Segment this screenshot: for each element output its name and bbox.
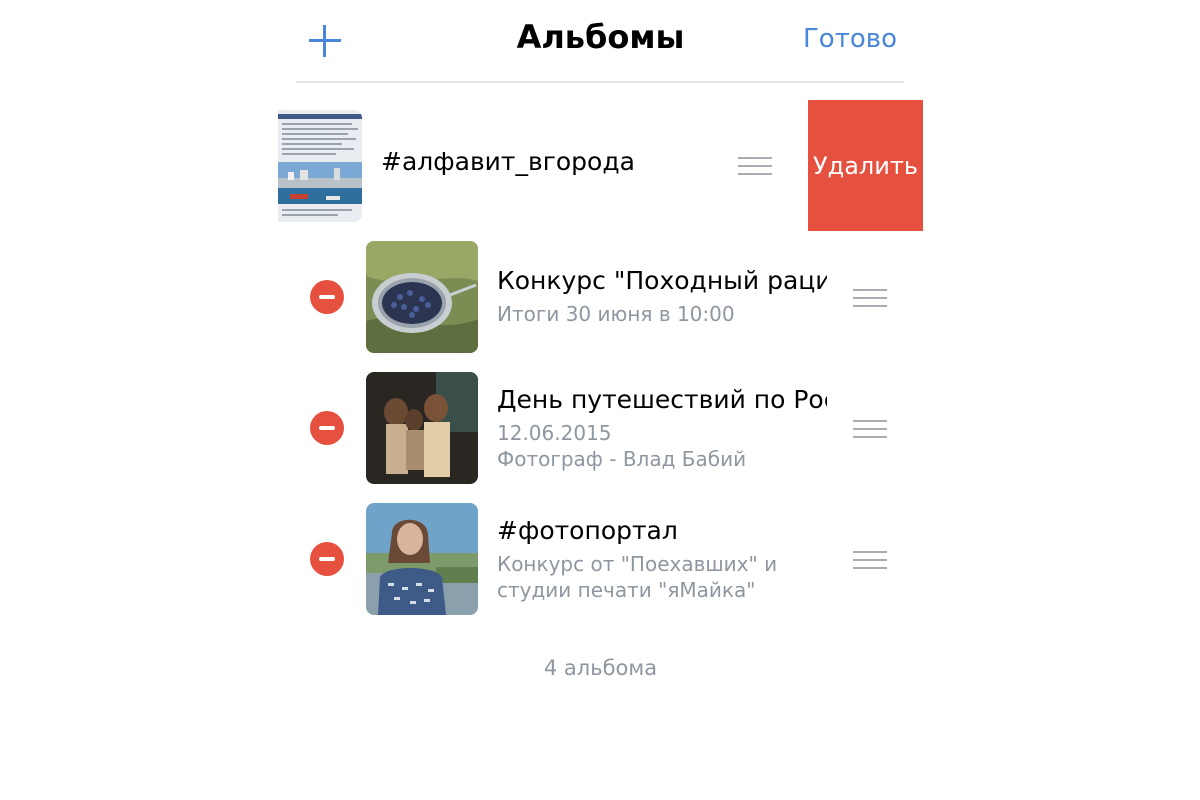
reorder-handle-icon[interactable] bbox=[853, 289, 887, 307]
album-subtitle: 12.06.2015 bbox=[497, 421, 612, 445]
album-subtitle-secondary: Фотограф - Влад Бабий bbox=[497, 447, 747, 471]
album-row[interactable]: Конкурс "Походный раци... Итоги 30 июня … bbox=[278, 240, 923, 354]
album-row-swiped[interactable]: #алфавит_вгорода Удалить bbox=[278, 100, 923, 231]
album-title: Конкурс "Походный раци... bbox=[497, 266, 827, 295]
album-row[interactable]: #фотопортал Конкурс от "Поехавших" и сту… bbox=[278, 502, 923, 616]
done-button[interactable]: Готово bbox=[803, 24, 897, 54]
album-subtitle: Итоги 30 июня в 10:00 bbox=[497, 302, 735, 326]
album-count-label: 4 альбома bbox=[543, 656, 658, 680]
remove-circle-icon[interactable] bbox=[310, 280, 344, 314]
albums-screen: Альбомы Готово #алфавит_вгорода Удалить … bbox=[278, 0, 923, 800]
album-thumbnail bbox=[366, 503, 478, 615]
navigation-bar: Альбомы Готово bbox=[278, 0, 923, 83]
plus-icon[interactable] bbox=[306, 22, 344, 60]
remove-circle-icon[interactable] bbox=[310, 542, 344, 576]
album-title: День путешествий по Рос... bbox=[497, 385, 827, 414]
delete-button[interactable]: Удалить bbox=[808, 100, 923, 231]
album-title: #алфавит_вгорода bbox=[381, 147, 635, 176]
album-thumbnail bbox=[366, 241, 478, 353]
reorder-handle-icon[interactable] bbox=[853, 420, 887, 438]
album-title: #фотопортал bbox=[497, 516, 678, 545]
reorder-handle-icon[interactable] bbox=[853, 551, 887, 569]
album-row[interactable]: День путешествий по Рос... 12.06.2015 Фо… bbox=[278, 371, 923, 485]
remove-circle-icon[interactable] bbox=[310, 411, 344, 445]
album-subtitle-secondary: студии печати "яМайка" bbox=[497, 578, 756, 602]
album-subtitle: Конкурс от "Поехавших" и bbox=[497, 552, 778, 576]
navbar-divider bbox=[296, 81, 904, 83]
album-thumbnail bbox=[366, 372, 478, 484]
reorder-handle-icon[interactable] bbox=[738, 157, 772, 175]
album-thumbnail bbox=[278, 110, 362, 222]
